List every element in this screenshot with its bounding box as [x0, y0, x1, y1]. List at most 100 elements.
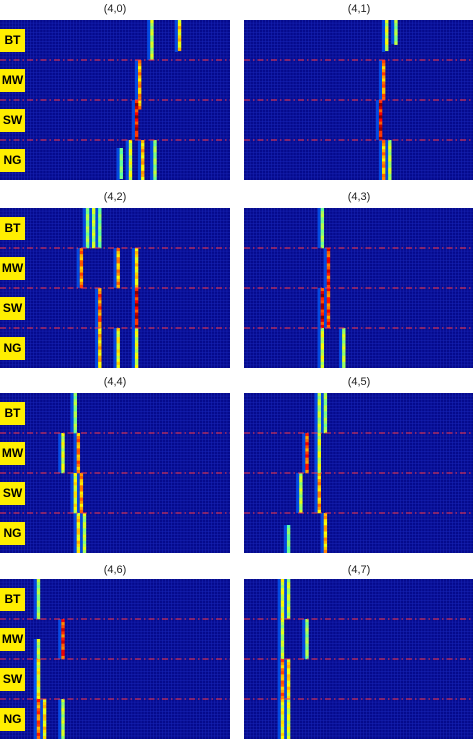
heatmap-panel: BT MW SW NG [0, 579, 230, 739]
heat-cell [286, 537, 291, 541]
heat-cell [76, 457, 81, 461]
heat-cell [85, 217, 90, 221]
heat-cell [73, 485, 77, 489]
heat-cell [317, 396, 321, 400]
heat-cell [320, 241, 325, 246]
heat-cell [116, 266, 120, 270]
heat-cell [320, 232, 325, 236]
heat-cell [73, 429, 77, 434]
heat-cell [382, 167, 386, 172]
heat-cell [320, 331, 325, 335]
heat-cell [79, 500, 84, 505]
heat-cell [73, 414, 77, 418]
heat-cell [280, 652, 285, 657]
heat-cell [119, 163, 123, 167]
heat-cell [326, 318, 331, 323]
heat-cell [177, 47, 182, 52]
heat-cell [76, 528, 81, 532]
heat-cell [116, 337, 120, 341]
heat-cell [134, 352, 139, 356]
heat-cell [61, 649, 65, 654]
heat-cell [153, 161, 157, 165]
heat-cell [280, 680, 285, 684]
heat-cell [280, 579, 285, 583]
heat-cell [323, 399, 328, 403]
heat-cell [320, 294, 325, 298]
heat-cell [320, 229, 325, 233]
heat-cell [61, 622, 65, 626]
heat-cell [92, 211, 96, 215]
heat-halo [302, 619, 306, 659]
heat-cell [82, 513, 87, 517]
heat-cell [317, 494, 321, 498]
heat-cell [320, 306, 325, 310]
heat-cell [138, 84, 142, 88]
heat-cell [61, 454, 65, 458]
heat-cell [36, 579, 41, 583]
heat-cell [79, 482, 84, 486]
heat-cell [98, 238, 102, 243]
heat-halo [58, 699, 62, 739]
heat-cell [134, 334, 139, 338]
heat-cell [36, 729, 41, 734]
heat-cell [134, 251, 139, 255]
heat-cell [134, 133, 139, 138]
heat-cell [116, 364, 120, 368]
heat-cell [317, 454, 321, 458]
heat-cell [280, 662, 285, 666]
heat-cell [286, 723, 291, 727]
heat-halo [277, 579, 281, 619]
heat-cell [150, 35, 154, 39]
heat-halo [277, 659, 281, 699]
heat-cell [320, 297, 325, 301]
heat-cell [73, 476, 77, 480]
heat-cell [85, 208, 90, 212]
heat-cell [323, 417, 328, 421]
panel-title: (4,1) [347, 3, 371, 15]
heat-cell [378, 133, 383, 138]
heatmap-canvas [0, 579, 230, 739]
heatmap-canvas [244, 208, 473, 368]
heat-cell [317, 393, 321, 397]
heat-cell [150, 26, 154, 30]
heat-cell [116, 328, 120, 332]
heat-cell [116, 349, 120, 353]
heat-cell [388, 158, 392, 162]
heat-cell [79, 254, 84, 258]
heat-cell [342, 331, 346, 335]
heat-cell [61, 445, 65, 449]
heat-cell [61, 436, 65, 440]
heat-cell [286, 603, 291, 607]
heat-cell [61, 442, 65, 446]
heat-cell [85, 226, 90, 230]
heat-cell [61, 640, 65, 644]
heat-cell [61, 466, 65, 471]
heat-cell [342, 328, 346, 332]
heat-cell [378, 103, 383, 107]
heat-cell [76, 448, 81, 452]
heat-cell [141, 167, 145, 172]
heat-cell [153, 164, 157, 168]
heat-cell [326, 269, 331, 273]
heat-cell [286, 702, 291, 706]
heat-cell [79, 278, 84, 283]
heat-cell [119, 169, 123, 173]
heat-cell [42, 699, 47, 703]
heat-cell [116, 275, 120, 280]
heat-cell [85, 232, 90, 236]
heat-cell [92, 220, 96, 224]
cell-grid [0, 393, 230, 553]
heat-cell [98, 235, 102, 240]
heat-cell [388, 161, 392, 165]
heat-cell [128, 155, 133, 159]
heat-halo [116, 148, 120, 180]
heat-cell [305, 460, 309, 465]
heat-cell [286, 726, 291, 731]
heat-cell [177, 26, 182, 30]
heat-cell [382, 140, 386, 144]
heat-halo [283, 659, 287, 699]
heat-cell [73, 402, 77, 406]
heat-cell [85, 235, 90, 240]
heat-cell [141, 149, 145, 153]
heat-cell [92, 229, 96, 233]
